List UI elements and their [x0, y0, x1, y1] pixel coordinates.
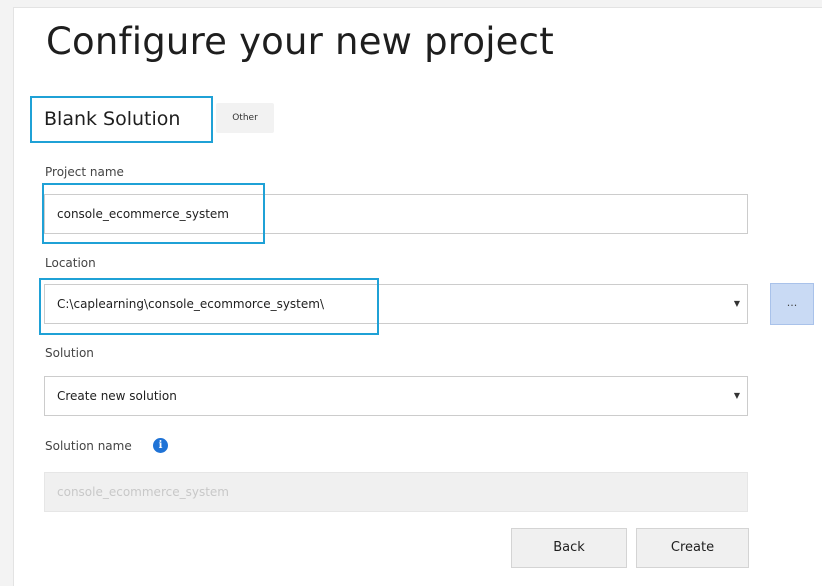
- location-value: C:\caplearning\console_ecommorce_system\: [57, 297, 325, 311]
- template-name: Blank Solution: [44, 108, 181, 130]
- project-name-input[interactable]: console_ecommerce_system: [44, 194, 748, 234]
- solution-value: Create new solution: [57, 389, 177, 403]
- location-combobox[interactable]: C:\caplearning\console_ecommorce_system\…: [44, 284, 748, 324]
- solution-label: Solution: [45, 346, 94, 360]
- solution-name-input: console_ecommerce_system: [44, 472, 748, 512]
- chevron-down-icon[interactable]: ▼: [732, 285, 742, 323]
- location-label: Location: [45, 256, 96, 270]
- solution-dropdown[interactable]: Create new solution ▼: [44, 376, 748, 416]
- chevron-down-icon[interactable]: ▼: [732, 377, 742, 415]
- browse-button[interactable]: ...: [770, 283, 814, 325]
- info-icon[interactable]: i: [153, 438, 168, 453]
- back-button[interactable]: Back: [511, 528, 627, 568]
- solution-name-label: Solution name: [45, 439, 132, 453]
- page-title: Configure your new project: [46, 20, 554, 63]
- project-name-label: Project name: [45, 165, 124, 179]
- create-button[interactable]: Create: [636, 528, 749, 568]
- template-tag: Other: [216, 103, 274, 133]
